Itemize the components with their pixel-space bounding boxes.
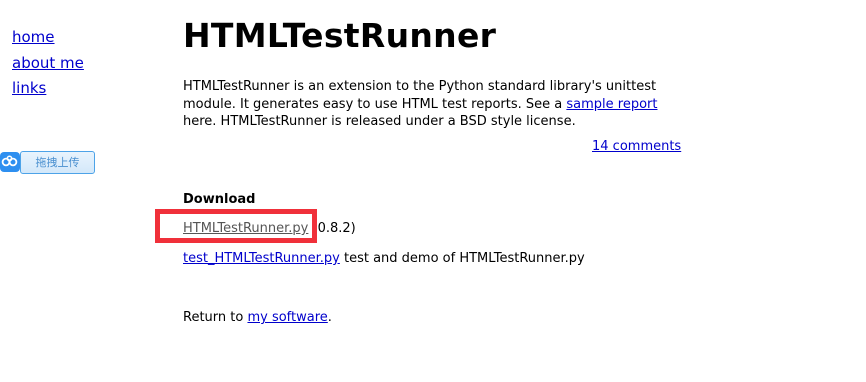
- comments-link[interactable]: 14 comments: [592, 139, 681, 154]
- download-item: test_HTMLTestRunner.py test and demo of …: [183, 251, 585, 266]
- nav-link-home[interactable]: home: [12, 25, 152, 51]
- intro-text-after: here. HTMLTestRunner is released under a…: [183, 114, 576, 129]
- baidu-cloud-icon: [0, 152, 20, 172]
- download-link-htmltestrunner[interactable]: HTMLTestRunner.py: [183, 221, 308, 236]
- intro-paragraph: HTMLTestRunner is an extension to the Py…: [183, 78, 693, 131]
- nav-link-links[interactable]: links: [12, 76, 152, 102]
- download-heading: Download: [183, 192, 256, 207]
- download-description: (0.8.2): [308, 221, 356, 236]
- drag-upload-widget[interactable]: 拖拽上传: [0, 150, 95, 174]
- return-suffix: .: [327, 310, 332, 325]
- my-software-link[interactable]: my software: [247, 310, 327, 325]
- drag-upload-button[interactable]: 拖拽上传: [20, 151, 95, 174]
- download-link-test-htmltestrunner[interactable]: test_HTMLTestRunner.py: [183, 251, 340, 266]
- nav-link-about-me[interactable]: about me: [12, 51, 152, 77]
- download-description: test and demo of HTMLTestRunner.py: [339, 251, 585, 266]
- return-prefix: Return to: [183, 310, 248, 325]
- left-nav: home about me links: [12, 25, 152, 102]
- page-title: HTMLTestRunner: [183, 16, 497, 55]
- sample-report-link[interactable]: sample report: [566, 97, 657, 112]
- return-line: Return to my software.: [183, 310, 332, 325]
- download-item: HTMLTestRunner.py (0.8.2): [183, 221, 356, 236]
